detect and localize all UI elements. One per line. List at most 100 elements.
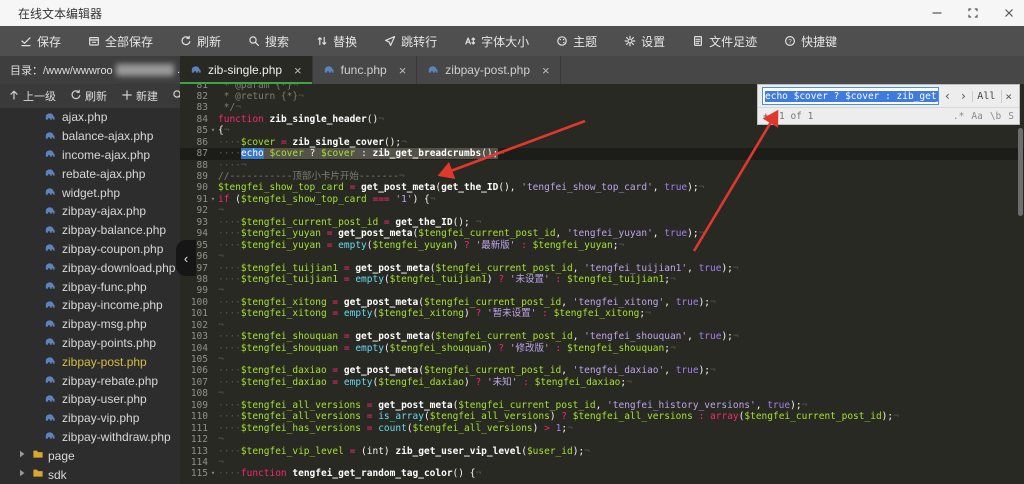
toolbar-save-button[interactable]: 保存: [20, 33, 61, 50]
code-text: ····$cover = zib_single_cover();¬: [218, 137, 1024, 148]
code-line-86: 86····$cover = zib_single_cover();¬: [180, 137, 1024, 148]
svg-text:?: ?: [788, 38, 792, 45]
tree-action-plus[interactable]: 新建: [121, 88, 158, 104]
toolbar-save-all-button[interactable]: 全部保存: [88, 33, 153, 50]
line-number: 107: [180, 377, 208, 388]
code-line-105: 105¬: [180, 354, 1024, 365]
tree-item-zibpay-income.php[interactable]: zibpay-income.php: [0, 296, 180, 315]
tree-item-label: income-ajax.php: [62, 148, 150, 162]
line-number: 85: [180, 125, 208, 136]
code-text: //-----------顶部小卡片开始-------¬: [218, 171, 1024, 182]
tree-action-search[interactable]: 搜索: [172, 88, 180, 104]
find-input[interactable]: echo $cover ? $cover : zib_get_: [762, 87, 939, 105]
tree-item-label: zibpay-balance.php: [62, 223, 166, 237]
code-text: ····$tengfei_xitong = empty($tengfei_xit…: [218, 308, 1024, 319]
toolbar-replace-button[interactable]: 替换: [316, 33, 357, 50]
tab-close-icon[interactable]: ×: [399, 63, 407, 78]
tree-item-balance-ajax.php[interactable]: balance-ajax.php: [0, 127, 180, 146]
tab-zibpay-post.php[interactable]: zibpay-post.php×: [417, 56, 560, 84]
code-line-99: 99 ¬: [180, 285, 1024, 296]
tree-item-zibpay-msg.php[interactable]: zibpay-msg.php: [0, 315, 180, 334]
tree-item-rebate-ajax.php[interactable]: rebate-ajax.php: [0, 164, 180, 183]
toolbar-search-button[interactable]: 搜索: [248, 33, 289, 50]
fold-arrow-icon[interactable]: ▾: [208, 125, 218, 136]
window-controls: [930, 0, 1016, 26]
fold-column: [208, 457, 218, 468]
find-option-Aa[interactable]: Aa: [971, 111, 982, 122]
tree-item-zibpay-vip.php[interactable]: zibpay-vip.php: [0, 409, 180, 428]
tab-close-icon[interactable]: ×: [294, 63, 302, 78]
fold-column: [208, 263, 218, 274]
toolbar-refresh-button[interactable]: 刷新: [180, 33, 221, 50]
expand-triangle-icon[interactable]: [16, 448, 28, 463]
fold-column: [208, 137, 218, 148]
toolbar-footprint-button[interactable]: 文件足迹: [692, 33, 757, 50]
find-option-\b[interactable]: \b: [990, 111, 1001, 122]
tree-item-page[interactable]: page: [0, 446, 180, 465]
line-number: 89: [180, 171, 208, 182]
php-file-icon: [44, 166, 56, 181]
toolbar-theme-button[interactable]: 主题: [556, 33, 597, 50]
toolbar-goto-line-button[interactable]: 跳转行: [384, 33, 437, 50]
toolbar-settings-button[interactable]: 设置: [624, 33, 665, 50]
code-line-97: 97····$tengfei_tuijian1 = get_post_meta(…: [180, 263, 1024, 274]
tree-item-zibpay-ajax.php[interactable]: zibpay-ajax.php: [0, 202, 180, 221]
fold-column: [208, 320, 218, 331]
tree-item-ajax.php[interactable]: ajax.php: [0, 108, 180, 127]
expand-triangle-icon[interactable]: [16, 467, 28, 482]
tree-item-widget.php[interactable]: widget.php: [0, 183, 180, 202]
sidebar-collapse-handle[interactable]: ‹: [176, 240, 196, 276]
online-text-editor-window: 在线文本编辑器 保存全部保存刷新搜索替换跳转行字体大小主题设置文件足迹?快捷键 …: [0, 0, 1024, 484]
find-option-.*[interactable]: .*: [953, 111, 964, 122]
code-editor[interactable]: 81 * @param {*}¬82 * @return {*}¬83 */¬8…: [180, 84, 1024, 484]
toolbar-shortcut-button[interactable]: ?快捷键: [784, 33, 837, 50]
find-all-button[interactable]: All: [972, 91, 999, 102]
php-file-icon: [44, 110, 56, 125]
tree-action-up[interactable]: 上一级: [8, 88, 56, 104]
code-text: ¬: [218, 388, 1024, 399]
maximize-icon[interactable]: [966, 6, 980, 20]
find-prev-button[interactable]: ‹: [941, 89, 955, 103]
tab-zib-single.php[interactable]: zib-single.php×: [180, 56, 313, 84]
line-number: 99: [180, 285, 208, 296]
tree-item-zibpay-download.php[interactable]: zibpay-download.php: [0, 258, 180, 277]
tree-item-sdk[interactable]: sdk: [0, 465, 180, 484]
editor-scrollbar[interactable]: [1018, 128, 1023, 216]
close-icon[interactable]: [1002, 6, 1016, 20]
tree-item-zibpay-func.php[interactable]: zibpay-func.php: [0, 277, 180, 296]
code-text: ····¬: [218, 160, 1024, 171]
fold-column: [208, 377, 218, 388]
find-option-S[interactable]: S: [1008, 111, 1014, 122]
tab-func.php[interactable]: func.php×: [313, 56, 418, 84]
tree-item-zibpay-points.php[interactable]: zibpay-points.php: [0, 334, 180, 353]
tree-item-income-ajax.php[interactable]: income-ajax.php: [0, 146, 180, 165]
tab-close-icon[interactable]: ×: [542, 63, 550, 78]
line-number: 113: [180, 446, 208, 457]
fold-arrow-icon[interactable]: ▾: [208, 194, 218, 205]
tree-item-zibpay-withdraw.php[interactable]: zibpay-withdraw.php: [0, 428, 180, 447]
fold-column: [208, 308, 218, 319]
tree-item-zibpay-user.php[interactable]: zibpay-user.php: [0, 390, 180, 409]
code-text: if ($tengfei_show_top_card === '1') {¬: [218, 194, 1024, 205]
code-text: ····$tengfei_all_versions = get_post_met…: [218, 400, 1024, 411]
find-expand-button[interactable]: +: [763, 111, 775, 122]
php-file-icon: [44, 204, 56, 219]
toolbar-font-size-button[interactable]: 字体大小: [464, 33, 529, 50]
line-number: 112: [180, 434, 208, 445]
tree-item-zibpay-rebate.php[interactable]: zibpay-rebate.php: [0, 371, 180, 390]
tree-item-zibpay-coupon.php[interactable]: zibpay-coupon.php: [0, 240, 180, 259]
fold-column: [208, 228, 218, 239]
code-line-107: 107····$tengfei_daxiao = empty($tengfei_…: [180, 377, 1024, 388]
tree-item-label: zibpay-points.php: [62, 336, 156, 350]
code-text: ¬: [218, 285, 1024, 296]
tree-action-refresh[interactable]: 刷新: [70, 88, 107, 104]
fold-column: [208, 365, 218, 376]
find-next-button[interactable]: ›: [956, 89, 970, 103]
php-file-icon: [44, 129, 56, 144]
tree-item-zibpay-balance.php[interactable]: zibpay-balance.php: [0, 221, 180, 240]
tree-item-zibpay-post.php[interactable]: zibpay-post.php: [0, 352, 180, 371]
minimize-icon[interactable]: [930, 6, 944, 20]
find-close-icon[interactable]: ×: [1001, 90, 1015, 103]
fold-arrow-icon[interactable]: ▾: [208, 468, 218, 479]
code-line-96: 96¬: [180, 251, 1024, 262]
